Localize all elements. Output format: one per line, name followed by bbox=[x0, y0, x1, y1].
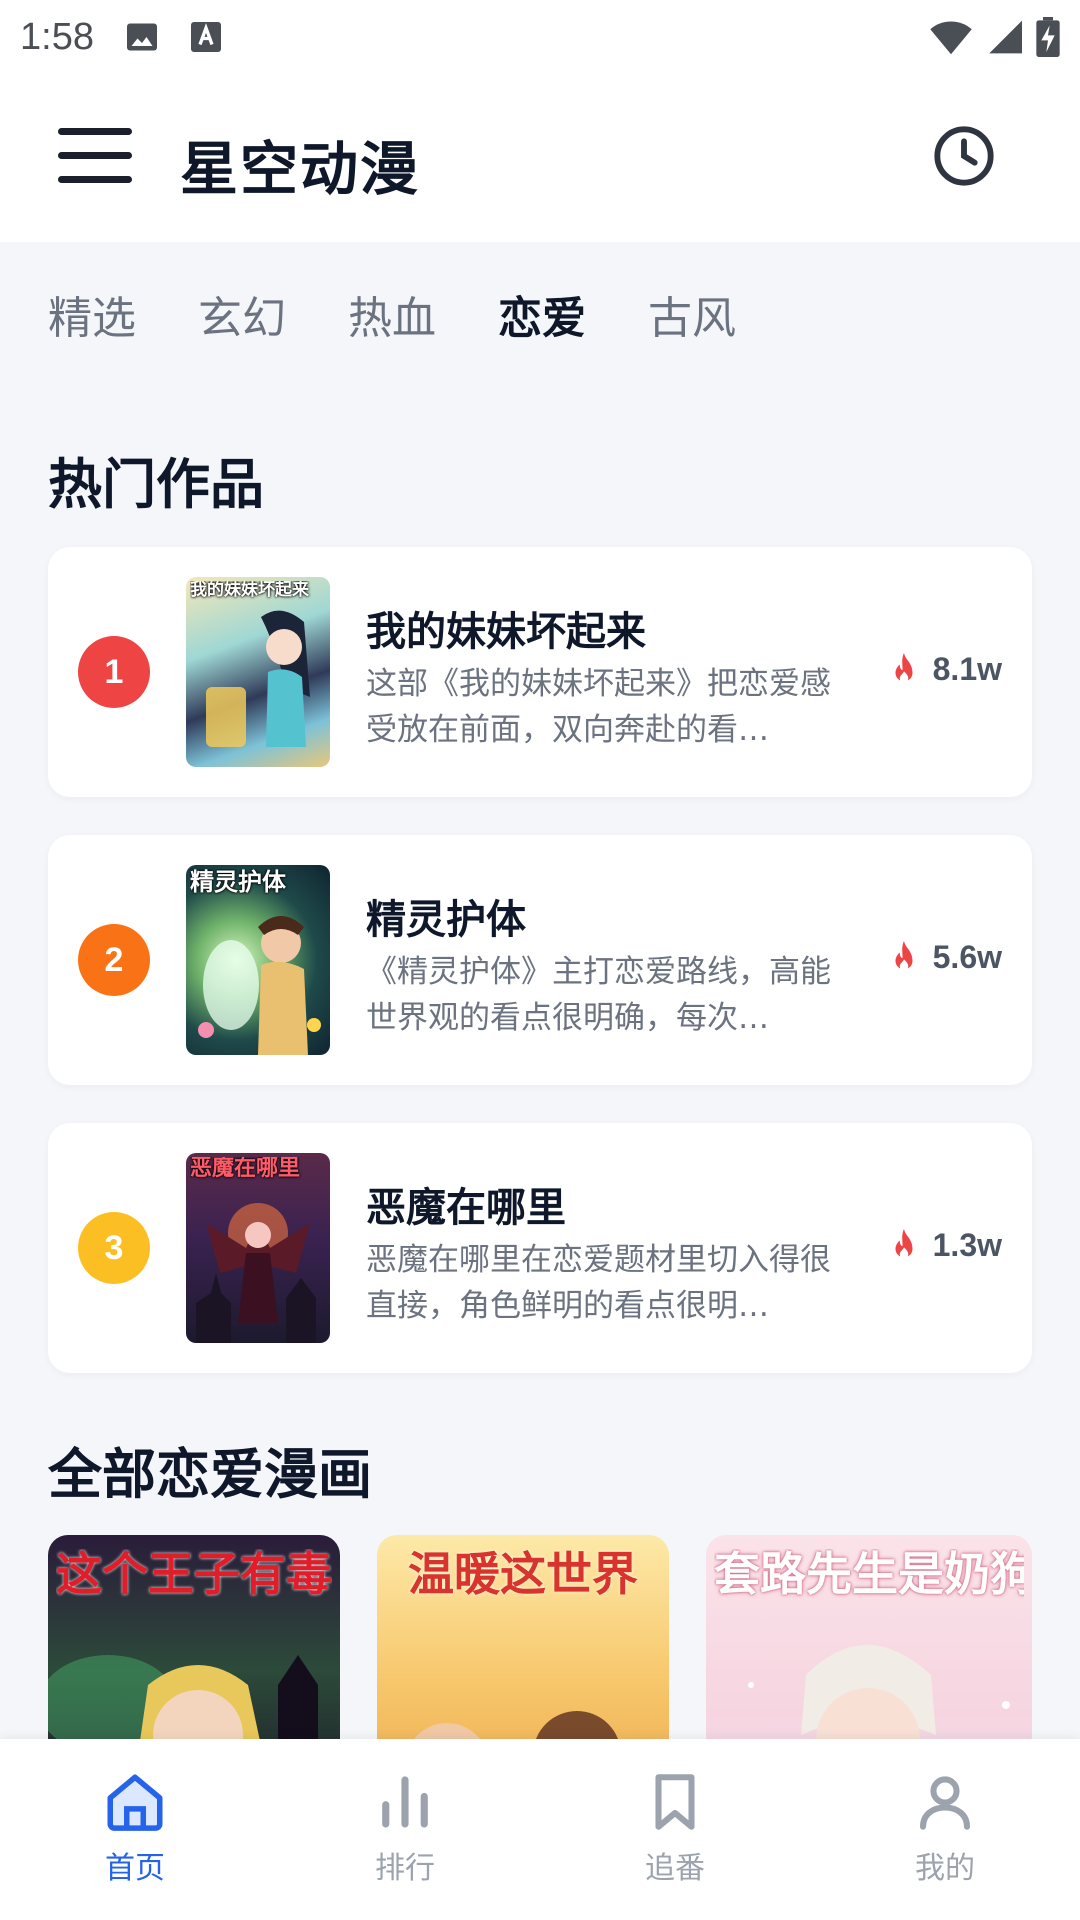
cover-title: 这个王子有毒 bbox=[56, 1549, 332, 1600]
cover-image: 我的妹妹坏起来 bbox=[186, 577, 330, 767]
cover-image: 精灵护体 bbox=[186, 865, 330, 1055]
nav-label: 首页 bbox=[105, 1851, 165, 1886]
cover-title: 温暖这世界 bbox=[408, 1549, 638, 1600]
rank-card[interactable]: 3 恶魔在哪里 恶魔在哪里 恶魔在哪里在恋爱题材里切入得很直接，角色鲜明的看点很… bbox=[48, 1123, 1032, 1373]
rank-description: 《精灵护体》主打恋爱路线，高能世界观的看点很明确，每次… bbox=[366, 954, 831, 1036]
image-icon bbox=[126, 23, 157, 51]
rank-description: 这部《我的妹妹坏起来》把恋爱感受放在前面，双向奔赴的看… bbox=[366, 666, 831, 748]
nav-label: 我的 bbox=[915, 1851, 975, 1886]
tab-gufeng[interactable]: 古风 bbox=[648, 282, 736, 352]
tab-jingxuan[interactable]: 精选 bbox=[48, 282, 136, 352]
cover-title: 套路先生是奶狗 bbox=[714, 1549, 1024, 1600]
nav-ranking[interactable]: 排行 bbox=[270, 1739, 540, 1920]
cover-image: 恶魔在哪里 bbox=[186, 1153, 330, 1343]
status-bar: 1:58 bbox=[0, 0, 1080, 74]
nav-label: 追番 bbox=[645, 1851, 705, 1886]
fire-icon bbox=[895, 940, 913, 971]
rank-badge: 2 bbox=[78, 924, 150, 996]
nav-label: 排行 bbox=[375, 1851, 435, 1886]
nav-home[interactable]: 首页 bbox=[0, 1739, 270, 1920]
hamburger-menu-icon[interactable] bbox=[58, 126, 132, 186]
rank-title: 我的妹妹坏起来 bbox=[366, 609, 646, 655]
app-title: 星空动漫 bbox=[180, 135, 421, 203]
home-icon bbox=[107, 1774, 163, 1831]
hot-section-title: 热门作品 bbox=[48, 453, 264, 516]
user-icon bbox=[919, 1776, 971, 1830]
status-time: 1:58 bbox=[20, 15, 94, 58]
wifi-icon bbox=[930, 21, 972, 55]
nav-follow[interactable]: 追番 bbox=[540, 1739, 810, 1920]
tab-lianai[interactable]: 恋爱 bbox=[498, 282, 586, 352]
heat-count: 8.1w bbox=[889, 651, 1002, 688]
a-letter-icon bbox=[190, 22, 221, 52]
tab-xuanhuan[interactable]: 玄幻 bbox=[198, 282, 286, 352]
heat-count: 5.6w bbox=[889, 939, 1002, 976]
heat-value: 1.3w bbox=[932, 1227, 1002, 1263]
app-bar: 星空动漫 bbox=[0, 74, 1080, 242]
heat-value: 5.6w bbox=[932, 939, 1002, 975]
bookmark-icon bbox=[655, 1774, 695, 1830]
heat-value: 8.1w bbox=[932, 651, 1002, 687]
nav-profile[interactable]: 我的 bbox=[810, 1739, 1080, 1920]
fire-icon bbox=[895, 652, 913, 683]
rank-title: 恶魔在哪里 bbox=[366, 1185, 566, 1231]
tab-rexue[interactable]: 热血 bbox=[348, 282, 436, 352]
heat-count: 1.3w bbox=[889, 1227, 1002, 1264]
all-section-title: 全部恋爱漫画 bbox=[48, 1443, 372, 1506]
rank-badge: 1 bbox=[78, 636, 150, 708]
rank-title: 精灵护体 bbox=[366, 897, 526, 943]
signal-icon bbox=[989, 20, 1022, 54]
hot-list: 1 我的妹妹坏起来 我的妹妹坏起来 这部《我的妹妹坏起来》把恋爱感受放在前面，双… bbox=[48, 547, 1032, 1411]
fire-icon bbox=[895, 1228, 913, 1259]
bar-chart-icon bbox=[382, 1776, 428, 1828]
rank-card[interactable]: 2 精灵护体 精灵护体 《精灵护体》主打恋爱路线，高能世界观的看点很明确，每次…… bbox=[48, 835, 1032, 1085]
rank-description: 恶魔在哪里在恋爱题材里切入得很直接，角色鲜明的看点很明… bbox=[366, 1242, 831, 1324]
bottom-navigation: 首页 排行 追番 我的 bbox=[0, 1739, 1080, 1920]
rank-card[interactable]: 1 我的妹妹坏起来 我的妹妹坏起来 这部《我的妹妹坏起来》把恋爱感受放在前面，双… bbox=[48, 547, 1032, 797]
rank-badge: 3 bbox=[78, 1212, 150, 1284]
clock-icon[interactable] bbox=[932, 124, 996, 188]
battery-charging-icon bbox=[1036, 17, 1060, 57]
category-tabs: 精选 玄幻 热血 恋爱 古风 bbox=[0, 242, 1080, 392]
